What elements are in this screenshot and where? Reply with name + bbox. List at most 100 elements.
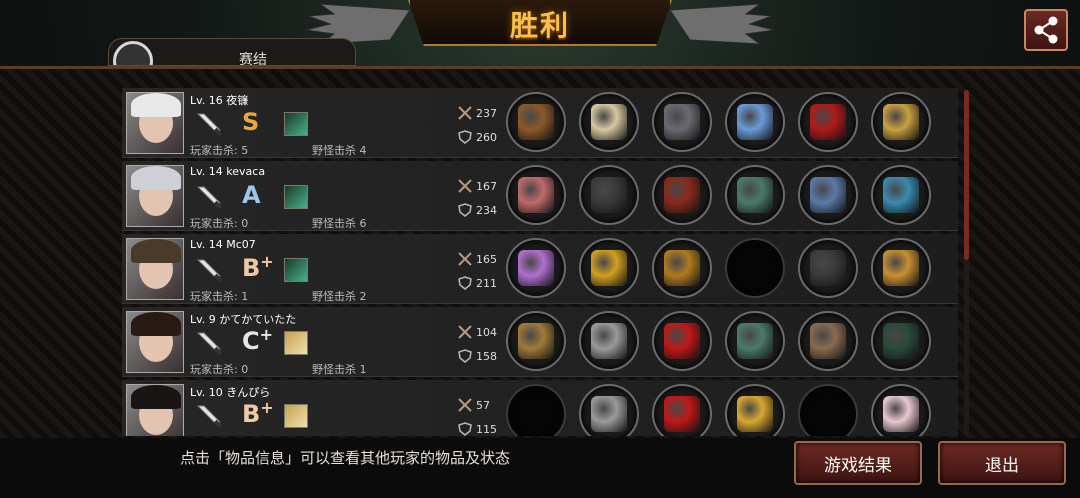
item-slot-wand[interactable] [506,238,566,298]
player-level-name: Lv. 14 Mc07 [190,238,256,251]
grade-letter: A [242,181,261,209]
attack-value: 104 [476,325,497,339]
item-slot-earrings[interactable] [871,238,931,298]
defense-value: 158 [476,349,497,363]
player-row[interactable]: Lv. 16 夜镰 S 玩家击杀: 5 野怪击杀 4 237 260 [122,88,958,158]
avatar-hair [131,239,181,263]
skill-icon[interactable] [284,112,308,136]
player-avatar[interactable] [126,384,184,436]
item-slot-heels[interactable] [798,92,858,152]
attack-stat: 237 [458,106,497,120]
item-slot-armor[interactable] [652,92,712,152]
ring-band-icon [591,323,627,359]
crossed-swords-icon [458,179,472,193]
avatar-hair [131,93,181,117]
skill-icon[interactable] [284,185,308,209]
item-slot-tiara[interactable] [579,92,639,152]
knife-icon [196,186,223,210]
bracer-icon [737,104,773,140]
amulet-icon [883,177,919,213]
item-slot-staff[interactable] [506,92,566,152]
scrollbar-thumb[interactable] [964,90,969,260]
skill-icon[interactable] [284,258,308,282]
red-vest-icon [664,323,700,359]
helmet-icon [591,177,627,213]
exit-button[interactable]: 退出 [938,441,1066,485]
wand-icon [518,250,554,286]
whip-icon [518,323,554,359]
player-avatar[interactable] [126,165,184,227]
item-slot-ring-band[interactable] [579,311,639,371]
item-slot-gold-armor[interactable] [652,238,712,298]
player-list[interactable]: Lv. 16 夜镰 S 玩家击杀: 5 野怪击杀 4 237 260 Lv. 1… [122,88,958,436]
crossed-swords-icon [458,252,472,266]
item-slot-whip[interactable] [506,311,566,371]
shield-icon [458,276,472,290]
red-vest-icon [664,396,700,432]
item-slot-amulet[interactable] [871,165,931,225]
item-slot-bangle[interactable] [725,165,785,225]
item-slot-empty[interactable] [725,238,785,298]
item-slot-bracer[interactable] [725,92,785,152]
grade-badge: S [242,108,259,136]
item-slot-pearl[interactable] [871,384,931,436]
heels-icon [810,104,846,140]
item-slots [506,384,931,436]
shield-icon [458,349,472,363]
page-title: 胜利 [509,9,570,42]
crossed-swords-icon [458,106,472,120]
pearl-icon [883,396,919,432]
player-row[interactable]: Lv. 9 かてかていたた C+ 玩家击杀: 0 野怪击杀 1 104 158 [122,307,958,377]
item-slot-bangle[interactable] [725,311,785,371]
item-slot-helmet[interactable] [579,165,639,225]
crossed-swords-icon [458,398,472,412]
item-slot-gold-ring[interactable] [725,384,785,436]
item-slot-crown[interactable] [579,238,639,298]
attack-stat: 165 [458,252,497,266]
shield-icon [458,130,472,144]
player-level-name: Lv. 9 かてかていたた [190,313,297,326]
grade-badge: B+ [242,398,274,428]
item-slot-empty[interactable] [798,384,858,436]
item-slot-robe[interactable] [652,165,712,225]
player-row[interactable]: Lv. 10 きんぴら B+ 57 115 [122,380,958,436]
skill-icon[interactable] [284,331,308,355]
item-slots [506,238,931,298]
player-row[interactable]: Lv. 14 Mc07 B+ 玩家击杀: 1 野怪击杀 2 165 211 [122,234,958,304]
player-avatar[interactable] [126,311,184,373]
top-bar: 胜利 赛结 [0,0,1080,66]
item-slot-box[interactable] [871,92,931,152]
grade-badge: B+ [242,252,274,282]
grade-badge: C+ [242,325,274,355]
item-slot-scope[interactable] [871,311,931,371]
game-result-button[interactable]: 游戏结果 [794,441,922,485]
item-slot-blade[interactable] [506,165,566,225]
player-avatar[interactable] [126,92,184,154]
skill-icon[interactable] [284,404,308,428]
grade-plus: + [259,325,274,344]
item-slot-red-vest[interactable] [652,311,712,371]
player-level-name: Lv. 14 kevaca [190,165,266,178]
player-avatar[interactable] [126,238,184,300]
tiara-icon [591,104,627,140]
item-slot-gauntlet[interactable] [798,311,858,371]
ranking-tab-label: 赛结 [239,52,267,66]
item-slot-dark-boots[interactable] [798,238,858,298]
grade-letter: B [242,254,261,282]
rank-badge-icon [113,41,153,65]
bat-icon [196,332,223,356]
item-slot-red-vest[interactable] [652,384,712,436]
grade-letter: B [242,400,261,428]
item-slot-ring-band[interactable] [579,384,639,436]
player-row[interactable]: Lv. 14 kevaca A 玩家击杀: 0 野怪击杀 6 167 234 [122,161,958,231]
bangle-icon [737,177,773,213]
item-slot-boots[interactable] [798,165,858,225]
box-icon [883,104,919,140]
item-slot-empty[interactable] [506,384,566,436]
ranking-tab[interactable]: 赛结 [108,38,356,66]
attack-value: 165 [476,252,497,266]
share-button[interactable] [1024,9,1068,51]
attack-value: 167 [476,179,497,193]
robe-icon [664,177,700,213]
attack-value: 57 [476,398,490,412]
